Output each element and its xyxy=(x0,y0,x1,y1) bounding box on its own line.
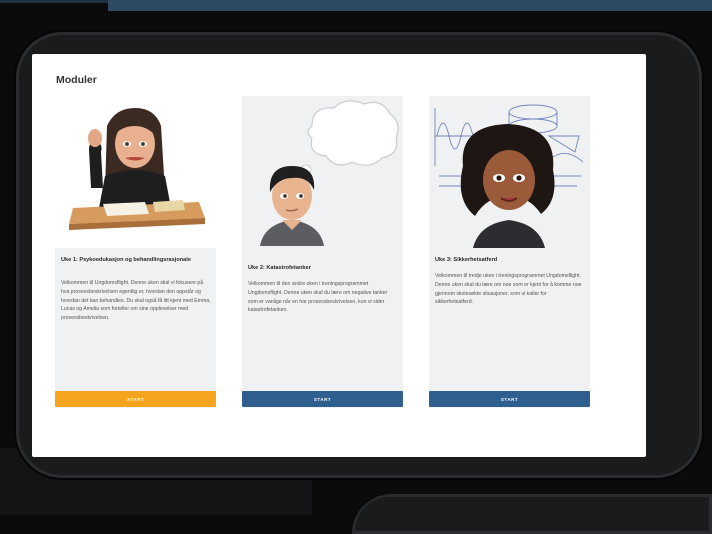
module-image-2 xyxy=(242,96,403,248)
boy-thinking-avatar xyxy=(260,100,399,246)
top-bar-left xyxy=(0,0,108,3)
girl-at-desk-avatar xyxy=(69,108,205,230)
girl-math-avatar xyxy=(434,104,584,248)
module-card-1: Uke 1: Psykoedukasjon og behandlingsrasj… xyxy=(55,96,216,408)
module-description-2: Velkommen til den andre uken i treningsp… xyxy=(248,281,388,314)
module-image-3 xyxy=(429,96,590,248)
module-image-1 xyxy=(55,96,216,248)
module-title-1: Uke 1: Psykoedukasjon og behandlingsrasj… xyxy=(61,257,191,263)
module-card-2: Uke 2: Katastrofetanker Velkommen til de… xyxy=(242,96,403,408)
module-title-2: Uke 2: Katastrofetanker xyxy=(248,265,311,271)
start-button-module-2[interactable]: START xyxy=(242,391,403,407)
modules-panel: Moduler Uke 1: Psykoedukasjon og behandl… xyxy=(32,54,646,457)
start-button-module-1[interactable]: START xyxy=(55,391,216,407)
module-description-1: Velkommen til Ungdomsflight. Denne uken … xyxy=(61,280,211,322)
module-title-3: Uke 3: Sikkerhetsatferd xyxy=(435,257,498,263)
start-button-module-3[interactable]: START xyxy=(429,391,590,407)
top-bar xyxy=(108,0,712,11)
module-description-3: Velkommen til tredje uken i treningsprog… xyxy=(435,273,582,306)
device-frame-lower xyxy=(352,494,712,534)
module-card-3: Uke 3: Sikkerhetsatferd Velkommen til tr… xyxy=(429,96,590,408)
page-title: Moduler xyxy=(56,74,97,86)
